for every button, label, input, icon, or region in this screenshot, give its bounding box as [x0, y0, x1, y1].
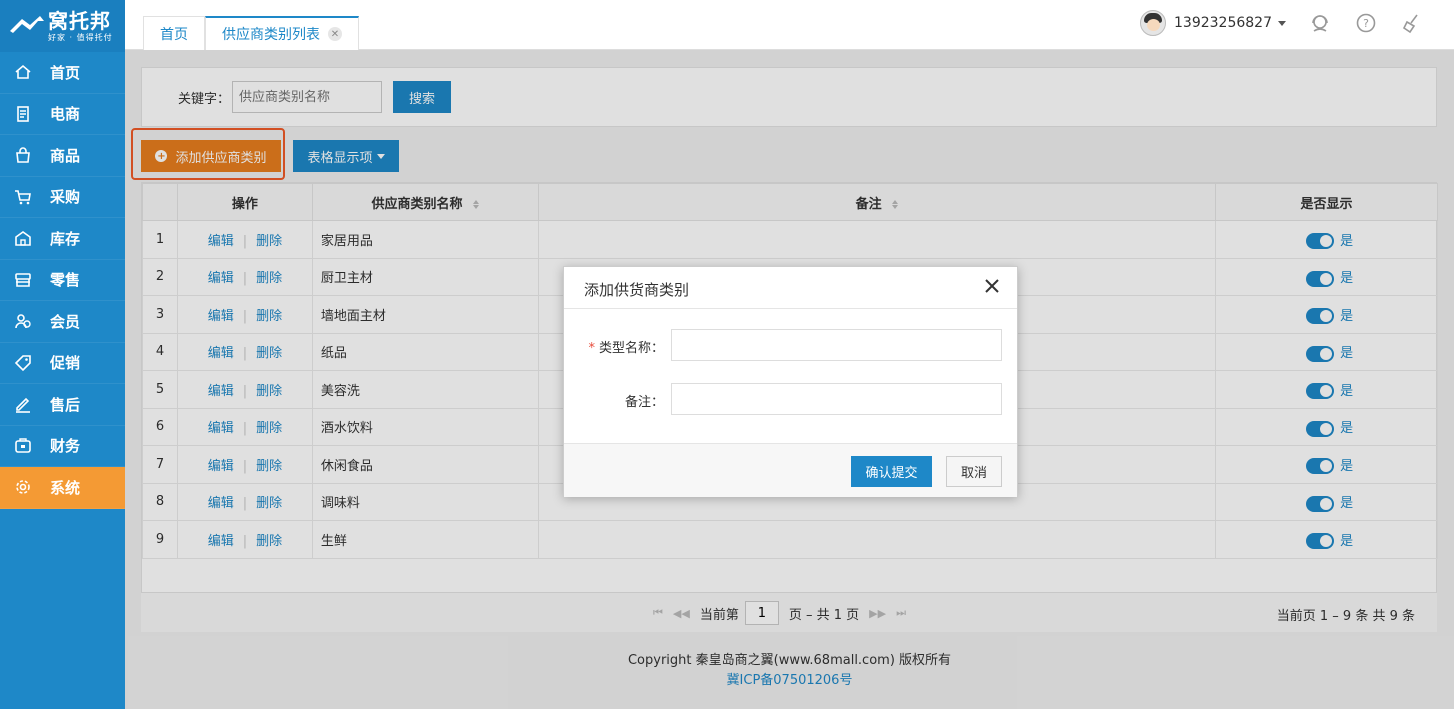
sidebar-item-7[interactable]: 促销 [0, 343, 125, 384]
help-icon[interactable]: ? [1354, 11, 1378, 35]
sidebar-item-3[interactable]: 采购 [0, 177, 125, 218]
sidebar-item-label: 财务 [50, 437, 81, 456]
broom-icon[interactable] [1400, 11, 1424, 35]
support-icon[interactable] [1308, 11, 1332, 35]
close-tab-icon[interactable]: ✕ [328, 27, 342, 41]
tag-icon [14, 354, 32, 372]
sidebar-item-10[interactable]: 系统 [0, 467, 125, 509]
bag-icon [14, 146, 32, 164]
brand-slogan: 好家 · 值得托付 [48, 32, 113, 42]
tab-label: 供应商类别列表 [222, 27, 320, 43]
brand-name: 窝托邦 [48, 8, 111, 33]
store-icon [14, 271, 32, 289]
logo-house-icon [8, 13, 48, 39]
sidebar-item-label: 零售 [50, 271, 81, 290]
dialog-title: 添加供货商类别 [584, 281, 690, 299]
dialog-footer: 确认提交 取消 [564, 443, 1017, 497]
sidebar-item-label: 库存 [50, 229, 81, 248]
tab-label: 首页 [160, 26, 188, 43]
sidebar-item-label: 商品 [50, 146, 81, 165]
sidebar-item-label: 首页 [50, 63, 81, 82]
pencil-icon [14, 395, 32, 414]
add-category-dialog: 添加供货商类别 * 类型名称： 备注： 确认提交 取消 [563, 266, 1018, 497]
tab-bar: 首页 供应商类别列表 ✕ [143, 16, 359, 50]
sidebar-item-2[interactable]: 商品 [0, 135, 125, 177]
sidebar-item-label: 促销 [50, 354, 81, 373]
tab-supplier-category-list[interactable]: 供应商类别列表 ✕ [205, 16, 359, 50]
logo[interactable]: 窝托邦 好家 · 值得托付 [0, 0, 125, 52]
note-input[interactable] [671, 383, 1002, 415]
sidebar-item-label: 系统 [50, 478, 81, 497]
avatar[interactable] [1140, 10, 1167, 36]
sidebar-item-8[interactable]: 售后 [0, 384, 125, 426]
close-icon[interactable] [983, 277, 1001, 295]
warehouse-icon [14, 229, 32, 247]
sidebar-item-0[interactable]: 首页 [0, 52, 125, 94]
tab-home[interactable]: 首页 [143, 16, 205, 50]
sidebar-item-5[interactable]: 零售 [0, 260, 125, 301]
type-name-row: * 类型名称： [564, 329, 1019, 361]
sidebar-item-9[interactable]: 财务 [0, 426, 125, 467]
document-icon [14, 105, 32, 123]
type-name-label: * 类型名称： [588, 341, 664, 356]
home-icon [14, 63, 32, 81]
note-row: 备注： [564, 383, 1019, 415]
user-phone[interactable]: 13923256827 [1174, 15, 1272, 31]
chevron-down-icon[interactable] [1278, 20, 1286, 26]
sidebar-item-label: 采购 [50, 188, 81, 207]
members-icon [14, 312, 32, 330]
sidebar: 窝托邦 好家 · 值得托付 首页电商商品采购库存零售会员促销售后财务系统 [0, 0, 125, 709]
cancel-button[interactable]: 取消 [946, 456, 1002, 487]
confirm-submit-button[interactable]: 确认提交 [851, 456, 932, 487]
sidebar-item-1[interactable]: 电商 [0, 94, 125, 135]
sidebar-item-6[interactable]: 会员 [0, 301, 125, 343]
top-header: 首页 供应商类别列表 ✕ 13923256827 ? [125, 0, 1454, 50]
sidebar-item-label: 会员 [50, 312, 81, 331]
type-name-input[interactable] [671, 329, 1002, 361]
sidebar-item-4[interactable]: 库存 [0, 218, 125, 260]
cart-icon [14, 188, 32, 206]
gear-icon [14, 478, 32, 496]
note-label: 备注： [624, 395, 664, 410]
sidebar-item-label: 电商 [50, 105, 81, 124]
wallet-icon [14, 437, 32, 455]
svg-text:?: ? [1363, 17, 1369, 30]
sidebar-item-label: 售后 [50, 395, 81, 414]
